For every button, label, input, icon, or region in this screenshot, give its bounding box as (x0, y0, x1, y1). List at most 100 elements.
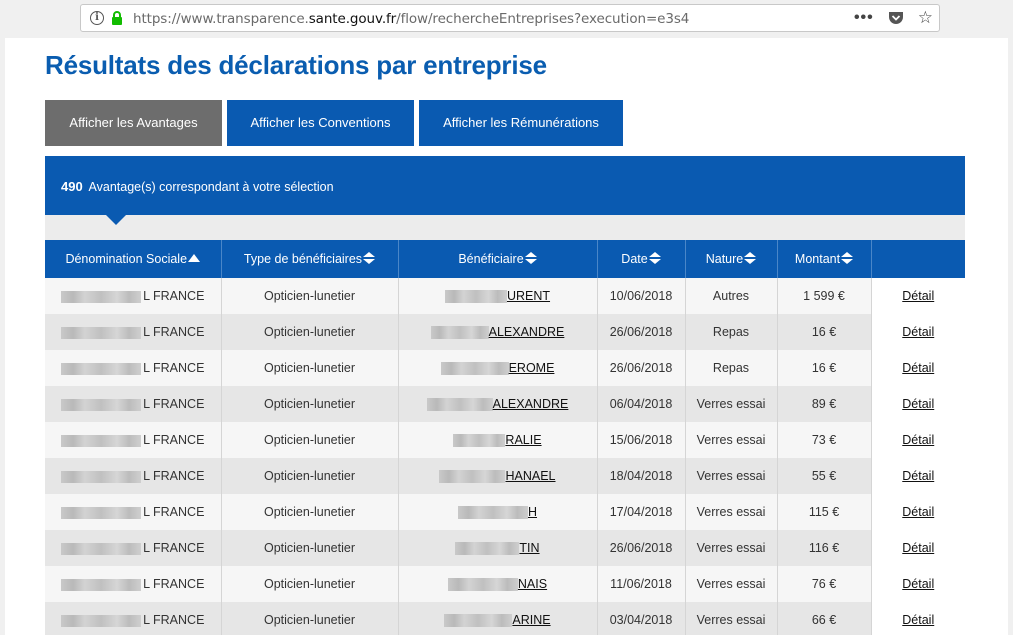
cell-beneficiaire: ALEXANDRE (398, 314, 598, 350)
header-denomination[interactable]: Dénomination Sociale (45, 240, 222, 278)
header-label: Dénomination Sociale (65, 252, 188, 266)
sort-icon (841, 252, 854, 264)
header-date[interactable]: Date (597, 240, 686, 278)
header-label: Bénéficiaire (458, 252, 524, 266)
star-icon[interactable]: ☆ (918, 9, 933, 26)
header-actions (871, 240, 965, 278)
url-text[interactable]: https://www.transparence.sante.gouv.fr/f… (133, 11, 689, 27)
results-count: 490 (61, 179, 83, 194)
beneficiaire-link[interactable]: HANAEL (439, 469, 556, 484)
tab-avantages[interactable]: Afficher les Avantages (45, 100, 222, 146)
beneficiaire-link[interactable]: TIN (455, 541, 540, 556)
cell-denomination: L FRANCE (45, 458, 222, 494)
header-label: Nature (705, 252, 744, 266)
detail-link[interactable]: Détail (902, 577, 934, 591)
redacted-block (444, 290, 507, 304)
table-row: L FRANCE Opticien-lunetier EROME 26/06/2018… (45, 350, 965, 386)
detail-link[interactable]: Détail (902, 469, 934, 483)
table-row: L FRANCE Opticien-lunetier ALEXANDRE 06/04/… (45, 386, 965, 422)
cell-type: Opticien-lunetier (221, 602, 399, 635)
cell-detail: Détail (871, 314, 965, 350)
detail-link[interactable]: Détail (902, 613, 934, 627)
redacted-block (447, 578, 518, 592)
beneficiaire-link[interactable]: ALEXANDRE (430, 324, 565, 340)
beneficiaire-link[interactable]: NAIS (447, 576, 548, 592)
detail-link[interactable]: Détail (902, 433, 934, 447)
redacted-block (457, 506, 528, 520)
cell-denomination: L FRANCE (45, 566, 222, 602)
cell-detail: Détail (871, 386, 965, 422)
cell-montant: 115 € (777, 494, 872, 530)
pocket-icon[interactable] (888, 11, 904, 25)
cell-denomination: L FRANCE (45, 422, 222, 458)
cell-nature: Verres essai (685, 602, 778, 635)
cell-nature: Repas (685, 350, 778, 386)
cell-type: Opticien-lunetier (221, 530, 399, 566)
beneficiaire-name: ALEXANDRE (488, 324, 565, 339)
address-bar[interactable]: i https://www.transparence.sante.gouv.fr… (80, 4, 940, 32)
header-montant[interactable]: Montant (777, 240, 872, 278)
redacted-block (61, 614, 142, 627)
cell-montant: 16 € (777, 350, 872, 386)
beneficiaire-link[interactable]: URENT (444, 289, 550, 304)
cell-montant: 16 € (777, 314, 872, 350)
more-dots-icon[interactable]: ••• (854, 10, 874, 26)
cell-type: Opticien-lunetier (221, 494, 399, 530)
info-icon[interactable]: i (90, 11, 104, 25)
cell-type: Opticien-lunetier (221, 566, 399, 602)
detail-link[interactable]: Détail (902, 541, 934, 555)
tab-remunerations[interactable]: Afficher les Rémunérations (419, 100, 623, 146)
denomination-text: L FRANCE (143, 469, 205, 483)
table-row: L FRANCE Opticien-lunetier ARINE 03/04/2018… (45, 602, 965, 635)
header-beneficiaire[interactable]: Bénéficiaire (398, 240, 598, 278)
cell-nature: Verres essai (685, 530, 778, 566)
cell-date: 11/06/2018 (597, 566, 686, 602)
sort-icon (744, 252, 757, 264)
cell-date: 26/06/2018 (597, 350, 686, 386)
detail-link[interactable]: Détail (902, 397, 934, 411)
page-title: Résultats des déclarations par entrepris… (45, 50, 547, 80)
beneficiaire-link[interactable]: ARINE (444, 612, 551, 628)
cell-type: Opticien-lunetier (221, 422, 399, 458)
detail-link[interactable]: Détail (902, 289, 934, 303)
table-row: L FRANCE Opticien-lunetier TIN 26/06/2018 Ve… (45, 530, 965, 566)
beneficiaire-link[interactable]: EROME (440, 361, 554, 376)
cell-date: 17/04/2018 (597, 494, 686, 530)
cell-type: Opticien-lunetier (221, 314, 399, 350)
cell-denomination: L FRANCE (45, 386, 222, 422)
beneficiaire-link[interactable]: RALIE (453, 433, 542, 448)
cell-beneficiaire: ARINE (398, 602, 598, 635)
header-nature[interactable]: Nature (685, 240, 778, 278)
cell-date: 15/06/2018 (597, 422, 686, 458)
detail-link[interactable]: Détail (902, 325, 934, 339)
detail-link[interactable]: Détail (902, 505, 934, 519)
header-label: Type de bénéficiaires (243, 252, 363, 266)
redacted-block (61, 362, 142, 375)
beneficiaire-name: ARINE (512, 612, 551, 627)
redacted-block (430, 326, 489, 340)
denomination-text: L FRANCE (143, 613, 205, 627)
cell-detail: Détail (871, 602, 965, 635)
cell-type: Opticien-lunetier (221, 278, 399, 314)
detail-link[interactable]: Détail (902, 361, 934, 375)
beneficiaire-link[interactable]: ALEXANDRE (426, 397, 568, 412)
cell-denomination: L FRANCE (45, 314, 222, 350)
cell-montant: 116 € (777, 530, 872, 566)
cell-denomination: L FRANCE (45, 350, 222, 386)
cell-beneficiaire: H (398, 494, 598, 530)
redacted-block (440, 362, 509, 376)
tab-conventions[interactable]: Afficher les Conventions (227, 100, 414, 146)
beneficiaire-name: NAIS (517, 576, 548, 591)
beneficiaire-link[interactable]: H (457, 505, 537, 520)
table-header-row: Dénomination Sociale Type de bénéficiair… (45, 240, 965, 278)
cell-beneficiaire: TIN (398, 530, 598, 566)
denomination-text: L FRANCE (143, 505, 205, 519)
header-type[interactable]: Type de bénéficiaires (221, 240, 399, 278)
summary-pointer-arrow (106, 215, 126, 225)
tab-bar: Afficher les Avantages Afficher les Conv… (45, 100, 623, 146)
denomination-text: L FRANCE (143, 541, 205, 555)
cell-nature: Repas (685, 314, 778, 350)
redacted-block (61, 434, 142, 447)
url-prefix: https://www.transparence. (133, 11, 309, 27)
cell-type: Opticien-lunetier (221, 458, 399, 494)
